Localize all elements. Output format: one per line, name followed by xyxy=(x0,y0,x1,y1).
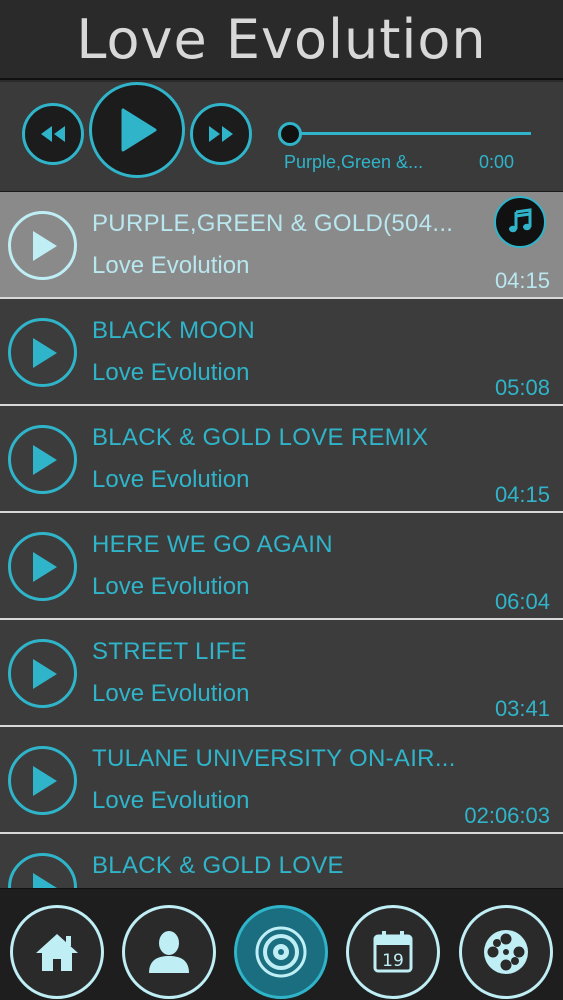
track-artist: Love Evolution xyxy=(92,359,250,386)
track-play-button[interactable] xyxy=(8,425,77,494)
play-icon xyxy=(32,230,57,261)
track-row[interactable]: BLACK & GOLD LOVE xyxy=(0,834,563,888)
calendar-day: 19 xyxy=(382,951,404,971)
play-icon xyxy=(121,108,157,152)
home-icon xyxy=(36,934,78,971)
track-artist: Love Evolution xyxy=(92,680,250,707)
play-icon xyxy=(32,337,57,368)
play-icon xyxy=(32,765,57,796)
track-row[interactable]: BLACK & GOLD LOVE REMIX Love Evolution 0… xyxy=(0,406,563,513)
fast-forward-button[interactable] xyxy=(190,103,252,165)
track-title: BLACK & GOLD LOVE REMIX xyxy=(92,424,429,451)
track-title: STREET LIFE xyxy=(92,638,247,665)
rewind-icon xyxy=(41,126,65,142)
track-list[interactable]: PURPLE,GREEN & GOLD(504... Love Evolutio… xyxy=(0,192,563,888)
tab-profile[interactable] xyxy=(122,905,216,999)
rewind-button[interactable] xyxy=(22,103,84,165)
track-play-button[interactable] xyxy=(8,211,77,280)
track-title: BLACK MOON xyxy=(92,317,256,344)
tab-video[interactable] xyxy=(459,905,553,999)
play-icon xyxy=(32,872,57,888)
track-artist: Love Evolution xyxy=(92,252,250,279)
track-duration: 03:41 xyxy=(494,696,550,721)
track-duration: 05:08 xyxy=(494,375,550,400)
progress-track[interactable] xyxy=(290,132,531,135)
track-artist: Love Evolution xyxy=(92,787,250,814)
play-button[interactable] xyxy=(89,82,185,178)
track-row[interactable]: BLACK MOON Love Evolution 05:08 xyxy=(0,299,563,406)
track-row[interactable]: STREET LIFE Love Evolution 03:41 xyxy=(0,620,563,727)
tab-music[interactable] xyxy=(234,905,328,999)
track-title: HERE WE GO AGAIN xyxy=(92,531,333,558)
track-duration: 02:06:03 xyxy=(464,803,550,828)
title-bar: Love Evolution xyxy=(0,0,563,80)
tab-home[interactable] xyxy=(10,905,104,999)
now-playing-badge xyxy=(494,196,546,248)
track-play-button[interactable] xyxy=(8,639,77,708)
play-icon xyxy=(32,658,57,689)
track-duration: 04:15 xyxy=(494,482,550,507)
track-play-button[interactable] xyxy=(8,853,77,888)
track-play-button[interactable] xyxy=(8,318,77,387)
track-duration: 04:15 xyxy=(494,268,550,293)
film-reel-icon xyxy=(484,930,528,974)
track-artist: Love Evolution xyxy=(92,573,250,600)
track-title: TULANE UNIVERSITY ON-AIR... xyxy=(92,745,456,772)
track-duration: 06:04 xyxy=(494,589,550,614)
person-icon xyxy=(149,931,189,973)
music-note-icon xyxy=(509,208,532,233)
track-play-button[interactable] xyxy=(8,532,77,601)
app-title: Love Evolution xyxy=(76,7,487,71)
track-title: PURPLE,GREEN & GOLD(504... xyxy=(92,210,454,237)
track-row[interactable]: HERE WE GO AGAIN Love Evolution 06:04 xyxy=(0,513,563,620)
track-title: BLACK & GOLD LOVE xyxy=(92,852,344,879)
track-row[interactable]: TULANE UNIVERSITY ON-AIR... Love Evoluti… xyxy=(0,727,563,834)
fast-forward-icon xyxy=(209,126,233,142)
play-icon xyxy=(32,444,57,475)
elapsed-time: 0:00 xyxy=(479,152,515,172)
now-playing-title: Purple,Green &... xyxy=(284,152,424,172)
track-artist: Love Evolution xyxy=(92,466,250,493)
track-play-button[interactable] xyxy=(8,746,77,815)
play-icon xyxy=(32,551,57,582)
progress-knob[interactable] xyxy=(278,122,302,146)
player-bar: Purple,Green &... 0:00 xyxy=(0,82,563,192)
bottom-tab-bar: 19 xyxy=(0,888,563,1000)
track-row[interactable]: PURPLE,GREEN & GOLD(504... Love Evolutio… xyxy=(0,192,563,299)
tab-calendar[interactable]: 19 xyxy=(346,905,440,999)
calendar-icon: 19 xyxy=(373,931,413,973)
speaker-icon xyxy=(255,926,307,978)
